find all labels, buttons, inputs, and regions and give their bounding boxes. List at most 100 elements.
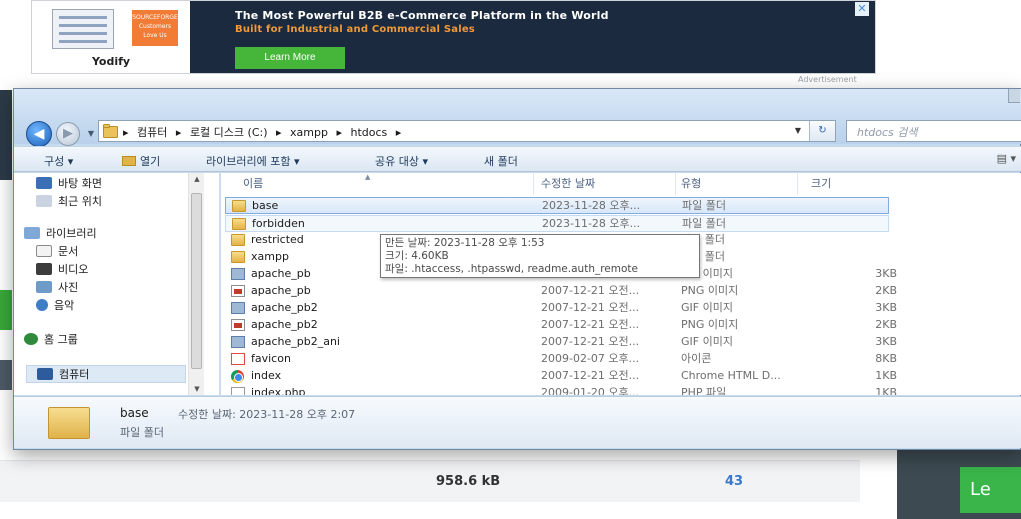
navigation-scrollbar[interactable]: ▲ ▼	[188, 173, 204, 395]
file-row-index-php[interactable]: index.php 2009-01-20 오후... PHP 파일 1KB	[225, 385, 897, 395]
nav-item-libraries[interactable]: 라이브러리	[24, 225, 97, 243]
tooltip-created: 만든 날짜: 2023-11-28 오후 1:53	[385, 237, 545, 249]
share-with-button[interactable]: 공유 대상 ▾	[375, 153, 428, 169]
file-size: 3KB	[875, 335, 897, 348]
ad-headline: The Most Powerful B2B e-Commerce Platfor…	[235, 9, 609, 22]
breadcrumb-separator[interactable]: ▸	[396, 126, 402, 139]
window-control-button[interactable]	[1008, 89, 1020, 103]
selected-item-type: 파일 폴더	[120, 426, 164, 439]
nav-item-recent-label: 최근 위치	[58, 195, 102, 208]
computer-icon	[37, 368, 53, 380]
nav-item-documents[interactable]: 문서	[36, 243, 78, 261]
recent-pages-dropdown-icon[interactable]: ▼	[84, 127, 98, 141]
tooltip-files: 파일: .htaccess, .htpasswd, readme.auth_re…	[385, 263, 638, 275]
file-name: index	[251, 369, 282, 382]
new-folder-button[interactable]: 새 폴더	[484, 153, 518, 169]
folder-info-tooltip: 만든 날짜: 2023-11-28 오후 1:53 크기: 4.60KB 파일:…	[380, 234, 700, 278]
column-header-date[interactable]: 수정한 날짜	[541, 175, 595, 191]
breadcrumb-separator[interactable]: ▸	[336, 126, 342, 139]
nav-item-music[interactable]: 음악	[36, 297, 74, 315]
product-screenshot-thumbnail	[52, 9, 114, 49]
file-type: 파일 폴더	[682, 217, 726, 230]
column-header-size[interactable]: 크기	[811, 175, 831, 191]
file-row-base[interactable]: base 2023-11-28 오후... 파일 폴더	[225, 197, 889, 214]
column-divider[interactable]	[797, 173, 798, 195]
forward-button[interactable]: ▶	[56, 122, 80, 146]
sourceforge-badge: SOURCEFORGE Customers Love Us	[132, 10, 178, 46]
address-dropdown-icon[interactable]: ▼	[791, 123, 805, 139]
breadcrumb-local-disk[interactable]: 로컬 디스크 (C:)	[190, 126, 268, 139]
gif-image-icon	[231, 302, 245, 314]
organize-button[interactable]: 구성 ▾	[44, 153, 73, 169]
breadcrumb-separator[interactable]: ▸	[123, 126, 129, 139]
file-type: PHP 파일	[681, 386, 727, 395]
column-divider[interactable]	[675, 173, 676, 195]
advertisement-banner[interactable]: SOURCEFORGE Customers Love Us Yodify The…	[31, 0, 876, 74]
gif-image-icon	[231, 268, 245, 280]
file-row-apache-pb2-gif[interactable]: apache_pb2 2007-12-21 오전... GIF 이미지 3KB	[225, 300, 897, 317]
nav-item-videos-label: 비디오	[58, 263, 89, 276]
tooltip-size: 크기: 4.60KB	[385, 250, 449, 262]
nav-item-pictures[interactable]: 사진	[36, 279, 78, 297]
view-options-icon[interactable]: ▤ ▾	[997, 152, 1016, 165]
file-row-index[interactable]: index 2007-12-21 오전... Chrome HTML D... …	[225, 368, 897, 385]
column-divider[interactable]	[533, 173, 534, 195]
nav-item-pictures-label: 사진	[58, 281, 79, 294]
nav-item-computer-label: 컴퓨터	[59, 368, 90, 381]
nav-item-recent[interactable]: 최근 위치	[36, 193, 102, 211]
selected-item-modified: 수정한 날짜: 2023-11-28 오후 2:07	[178, 408, 356, 421]
ad-close-icon[interactable]: ✕	[855, 2, 869, 16]
documents-icon	[36, 245, 52, 257]
refresh-icon[interactable]: ↻	[809, 121, 835, 141]
breadcrumb-htdocs[interactable]: htdocs	[351, 126, 388, 139]
file-name: base	[252, 199, 279, 212]
open-folder-icon	[122, 156, 136, 166]
nav-item-homegroup[interactable]: 홈 그룹	[24, 331, 78, 349]
php-file-icon	[231, 387, 245, 395]
open-button[interactable]: 열기	[122, 153, 160, 169]
file-size: 8KB	[875, 352, 897, 365]
scroll-up-icon[interactable]: ▲	[189, 175, 205, 183]
icon-file-icon	[231, 353, 245, 365]
file-name: forbidden	[252, 217, 305, 230]
file-row-apache-pb2-ani[interactable]: apache_pb2_ani 2007-12-21 오전... GIF 이미지 …	[225, 334, 897, 351]
ad-subheadline: Built for Industrial and Commercial Sale…	[235, 24, 475, 35]
nav-item-desktop[interactable]: 바탕 화면	[36, 175, 102, 193]
breadcrumb-xampp[interactable]: xampp	[290, 126, 328, 139]
breadcrumb[interactable]: ▸ 컴퓨터 ▸ 로컬 디스크 (C:) ▸ xampp ▸ htdocs ▸	[123, 124, 406, 140]
scroll-down-icon[interactable]: ▼	[189, 385, 205, 393]
scrollbar-thumb[interactable]	[191, 193, 202, 369]
file-date: 2007-12-21 오전...	[541, 284, 640, 297]
sort-ascending-icon: ▲	[365, 173, 371, 181]
search-input[interactable]: htdocs 검색	[846, 120, 1021, 142]
file-name: apache_pb	[251, 284, 311, 297]
nav-item-computer[interactable]: 컴퓨터	[26, 365, 186, 383]
file-row-favicon[interactable]: favicon 2009-02-07 오후... 아이콘 8KB	[225, 351, 897, 368]
file-date: 2007-12-21 오전...	[541, 335, 640, 348]
column-header-type[interactable]: 유형	[681, 175, 701, 191]
address-bar[interactable]: ▸ 컴퓨터 ▸ 로컬 디스크 (C:) ▸ xampp ▸ htdocs ▸ ▼…	[98, 120, 836, 142]
include-in-library-button[interactable]: 라이브러리에 포함 ▾	[206, 153, 299, 169]
nav-item-videos[interactable]: 비디오	[36, 261, 88, 279]
file-row-apache-pb-png[interactable]: apache_pb 2007-12-21 오전... PNG 이미지 2KB	[225, 283, 897, 300]
file-row-apache-pb2-png[interactable]: apache_pb2 2007-12-21 오전... PNG 이미지 2KB	[225, 317, 897, 334]
breadcrumb-separator[interactable]: ▸	[176, 126, 182, 139]
file-name: apache_pb2_ani	[251, 335, 340, 348]
file-type: 아이콘	[681, 352, 712, 365]
open-button-label: 열기	[140, 155, 161, 168]
breadcrumb-separator[interactable]: ▸	[276, 126, 282, 139]
back-button[interactable]: ◀	[26, 121, 52, 147]
file-row-forbidden[interactable]: forbidden 2023-11-28 오후... 파일 폴더	[225, 215, 889, 232]
libraries-icon	[24, 227, 40, 239]
file-size: 3KB	[875, 267, 897, 280]
file-name: apache_pb2	[251, 318, 318, 331]
breadcrumb-computer[interactable]: 컴퓨터	[137, 126, 167, 139]
file-date: 2023-11-28 오후...	[542, 217, 641, 230]
ad-learn-more-button[interactable]: Learn More	[235, 47, 345, 69]
file-list: ▲ 이름 수정한 날짜 유형 크기 base 2023-11-28 오후... …	[221, 173, 1021, 395]
desktop-icon	[36, 177, 52, 189]
background-learn-button[interactable]: Le	[960, 467, 1021, 513]
column-header-name[interactable]: 이름	[243, 175, 263, 191]
file-type: GIF 이미지	[681, 301, 733, 314]
folder-icon	[231, 234, 245, 246]
